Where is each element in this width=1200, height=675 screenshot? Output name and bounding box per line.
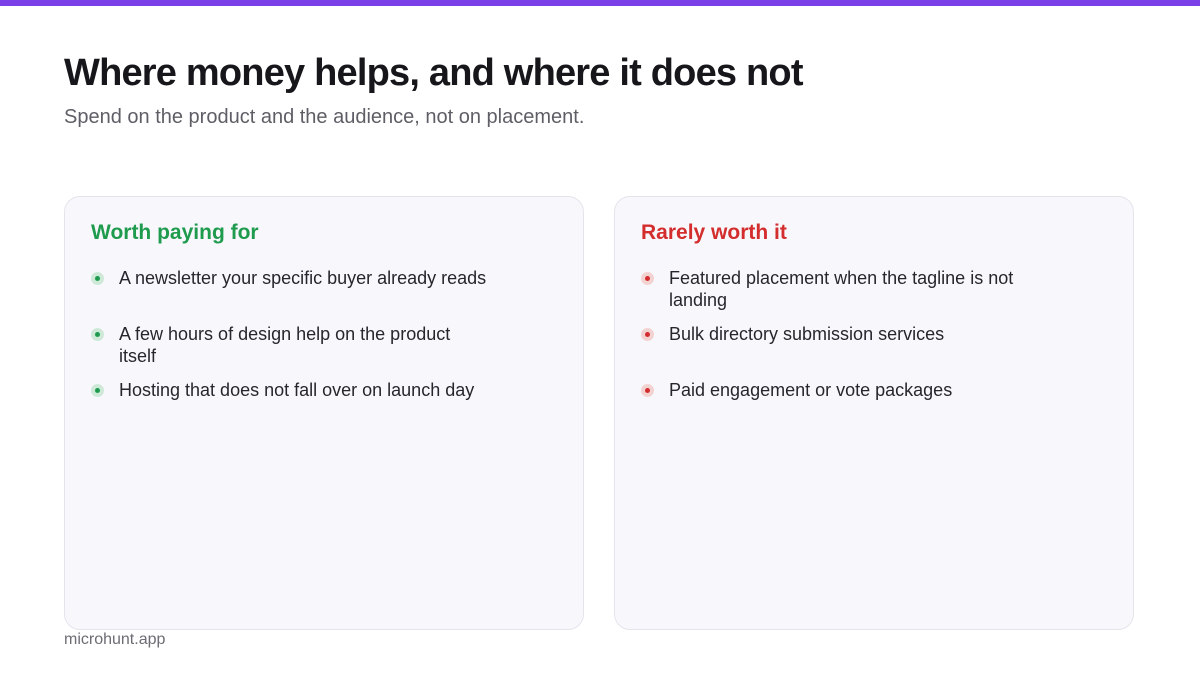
accent-top-bar bbox=[0, 0, 1200, 6]
worth-paying-card: Worth paying for A newsletter your speci… bbox=[64, 196, 584, 630]
list-item: Bulk directory submission services bbox=[641, 323, 1041, 345]
list-item: Featured placement when the tagline is n… bbox=[641, 267, 1021, 311]
list-item: A few hours of design help on the produc… bbox=[91, 323, 471, 367]
list-item: A newsletter your specific buyer already… bbox=[91, 267, 491, 289]
red-bullet-icon bbox=[641, 384, 654, 397]
worth-paying-heading: Worth paying for bbox=[91, 221, 259, 244]
rarely-worth-card: Rarely worth it Featured placement when … bbox=[614, 196, 1134, 630]
list-item-text: Featured placement when the tagline is n… bbox=[669, 268, 1014, 310]
list-item-text: A few hours of design help on the produc… bbox=[119, 324, 451, 366]
list-item: Paid engagement or vote packages bbox=[641, 379, 1041, 401]
rarely-worth-heading: Rarely worth it bbox=[641, 221, 787, 244]
list-item-text: Paid engagement or vote packages bbox=[669, 380, 953, 400]
slide-subtitle: Spend on the product and the audience, n… bbox=[64, 106, 585, 128]
red-bullet-icon bbox=[641, 328, 654, 341]
green-bullet-icon bbox=[91, 272, 104, 285]
list-item-text: Bulk directory submission services bbox=[669, 324, 945, 344]
slide-title: Where money helps, and where it does not bbox=[64, 52, 804, 94]
footer-domain: microhunt.app bbox=[64, 631, 166, 648]
green-bullet-icon bbox=[91, 384, 104, 397]
green-bullet-icon bbox=[91, 328, 104, 341]
red-bullet-icon bbox=[641, 272, 654, 285]
list-item: Hosting that does not fall over on launc… bbox=[91, 379, 491, 401]
list-item-text: A newsletter your specific buyer already… bbox=[119, 268, 487, 288]
list-item-text: Hosting that does not fall over on launc… bbox=[119, 380, 475, 400]
